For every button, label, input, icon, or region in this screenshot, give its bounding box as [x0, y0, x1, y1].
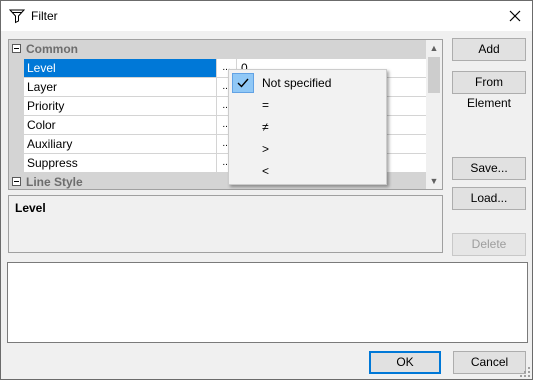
menu-item-label: Not specified — [262, 76, 332, 90]
category-label: Line Style — [26, 175, 83, 189]
add-button[interactable]: Add — [452, 38, 526, 61]
category-label: Common — [26, 42, 78, 56]
description-panel: Level — [8, 195, 443, 253]
funnel-icon — [8, 8, 26, 24]
scroll-down-icon[interactable]: ▼ — [426, 173, 442, 189]
menu-item-not-equal[interactable]: ≠ — [231, 116, 385, 138]
menu-item-greater[interactable]: > — [231, 138, 385, 160]
close-button[interactable] — [498, 1, 532, 31]
load-button[interactable]: Load... — [452, 187, 526, 210]
scroll-thumb[interactable] — [428, 57, 440, 93]
menu-item-label: ≠ — [262, 120, 269, 134]
menu-item-less[interactable]: < — [231, 160, 385, 182]
save-button[interactable]: Save... — [452, 157, 526, 180]
collapse-icon[interactable] — [12, 177, 21, 186]
checkmark-icon — [232, 73, 254, 93]
category-common[interactable]: Common — [9, 40, 426, 59]
close-icon — [509, 10, 521, 22]
menu-item-equal[interactable]: = — [231, 94, 385, 116]
menu-item-label: = — [262, 98, 270, 112]
resize-grip-icon[interactable] — [520, 367, 530, 377]
cancel-button[interactable]: Cancel — [453, 351, 526, 374]
property-name[interactable]: Priority — [24, 97, 217, 116]
menu-item-not-specified[interactable]: Not specified — [231, 72, 385, 94]
delete-button[interactable]: Delete — [452, 233, 526, 256]
from-element-button[interactable]: From Element — [452, 71, 526, 110]
filter-text-area[interactable] — [7, 262, 528, 343]
title-bar: Filter — [1, 1, 532, 31]
ok-button[interactable]: OK — [369, 351, 441, 374]
menu-item-label: < — [262, 164, 270, 178]
vertical-scrollbar[interactable]: ▲ ▼ — [426, 40, 442, 189]
description-title: Level — [15, 201, 46, 215]
property-name[interactable]: Suppress — [24, 154, 217, 173]
filter-dialog: Filter Common Level ... 0 Layer ... Prio… — [0, 0, 533, 380]
property-name[interactable]: Layer — [24, 78, 217, 97]
menu-item-label: > — [262, 142, 270, 156]
operator-dropdown-menu: Not specified = ≠ > < — [228, 69, 387, 185]
property-name[interactable]: Color — [24, 116, 217, 135]
collapse-icon[interactable] — [12, 44, 21, 53]
scroll-up-icon[interactable]: ▲ — [426, 40, 442, 56]
property-name[interactable]: Level — [24, 59, 217, 78]
property-name[interactable]: Auxiliary — [24, 135, 217, 154]
window-title: Filter — [31, 9, 58, 23]
